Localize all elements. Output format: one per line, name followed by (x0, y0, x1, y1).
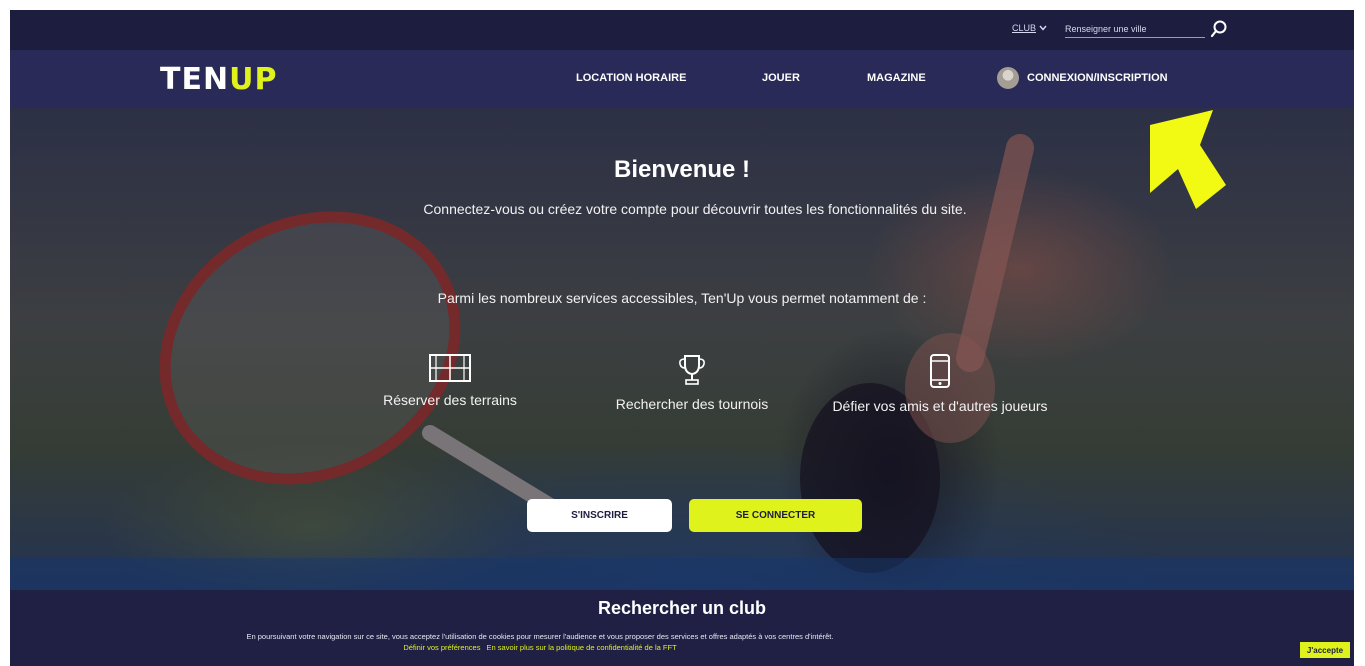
nav-location-horaire[interactable]: LOCATION HORAIRE (576, 72, 686, 84)
trophy-icon (679, 355, 705, 385)
feature-challenge-friends: Défier vos amis et d'autres joueurs (830, 353, 1050, 416)
feature-label: Défier vos amis et d'autres joueurs (832, 398, 1048, 414)
main-navbar: TENUP LOCATION HORAIRE JOUER MAGAZINE CO… (10, 50, 1354, 108)
city-search-input[interactable] (1065, 20, 1205, 38)
court-icon (429, 354, 471, 382)
nav-magazine[interactable]: MAGAZINE (867, 72, 926, 84)
login-register-label: CONNEXION/INSCRIPTION (1027, 72, 1168, 84)
phone-icon (930, 354, 950, 388)
avatar (997, 67, 1019, 89)
cookie-links: Définir vos préférences En savoir plus s… (10, 643, 1070, 652)
club-search-section: Rechercher un club En poursuivant votre … (10, 590, 1354, 666)
feature-find-tournaments: Rechercher des tournois (582, 353, 802, 414)
logo-ten-text: TEN (160, 62, 230, 97)
accept-cookies-button[interactable]: J'accepte (1300, 642, 1350, 658)
search-button[interactable] (1208, 18, 1230, 40)
tenup-logo[interactable]: TENUP (160, 62, 277, 97)
services-intro: Parmi les nombreux services accessibles,… (437, 290, 927, 306)
privacy-policy-link[interactable]: En savoir plus sur la politique de confi… (487, 643, 677, 652)
feature-book-courts: Réserver des terrains (340, 353, 560, 410)
feature-label: Réserver des terrains (383, 392, 517, 408)
club-type-select[interactable]: CLUB (1012, 23, 1047, 33)
feature-label: Rechercher des tournois (615, 396, 769, 412)
top-utility-bar: CLUB (10, 10, 1354, 50)
club-select-label: CLUB (1012, 23, 1037, 33)
cookie-preferences-link[interactable]: Définir vos préférences (403, 643, 480, 652)
login-button[interactable]: SE CONNECTER (689, 499, 862, 532)
search-icon (1208, 20, 1230, 44)
cookie-banner-text: En poursuivant votre navigation sur ce s… (246, 632, 834, 641)
nav-jouer[interactable]: JOUER (762, 72, 800, 84)
login-register-link[interactable]: CONNEXION/INSCRIPTION (997, 67, 1168, 89)
club-search-title: Rechercher un club (597, 598, 767, 618)
logo-up-text: UP (229, 62, 278, 97)
welcome-subtitle: Connectez-vous ou créez votre compte pou… (423, 201, 967, 217)
signup-button[interactable]: S'INSCRIRE (527, 499, 672, 532)
yellow-arrow-icon (1150, 110, 1226, 209)
chevron-down-icon (1039, 23, 1047, 33)
page: CLUB TENUP LOCATION HORAIRE JOUER MAGAZI… (10, 10, 1354, 666)
